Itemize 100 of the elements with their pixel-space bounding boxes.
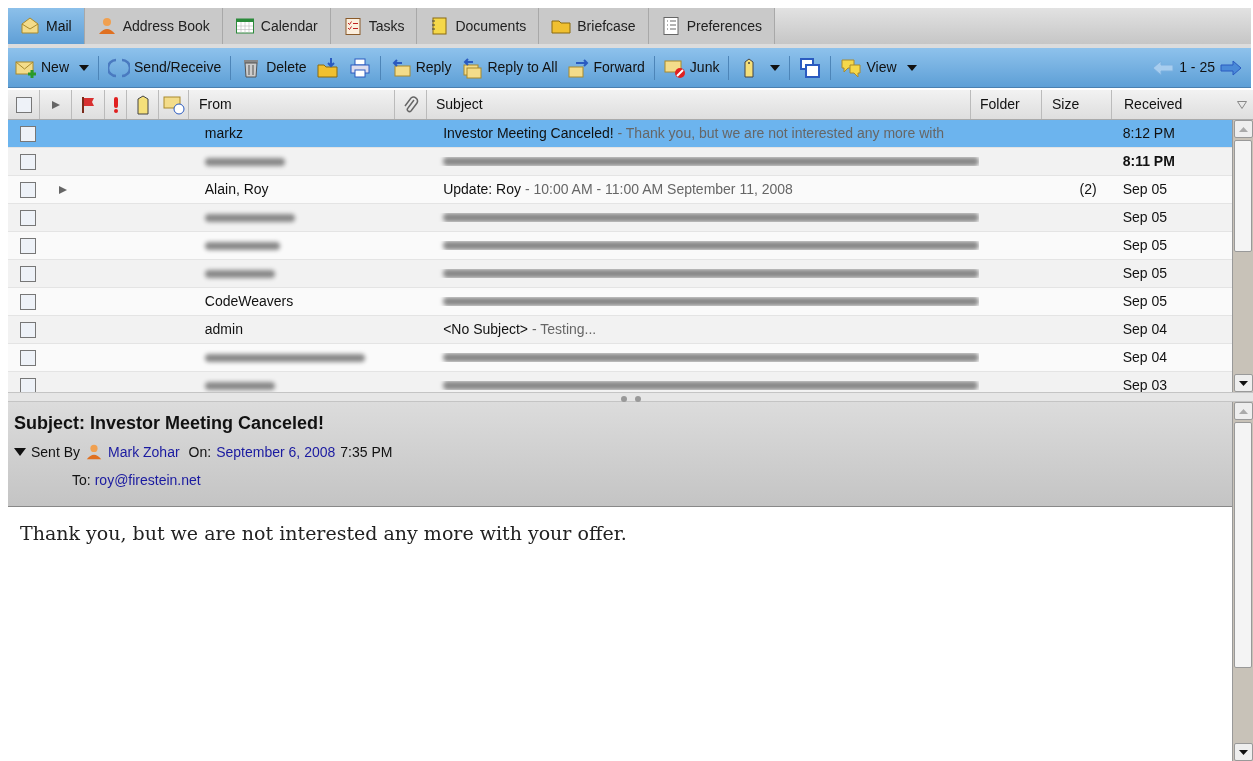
- app-tab[interactable]: Preferences: [648, 8, 776, 44]
- person-icon: [96, 16, 117, 36]
- scroll-down-icon[interactable]: [1238, 380, 1248, 386]
- received-time: Sep 05: [1122, 181, 1168, 197]
- checkbox[interactable]: [19, 153, 36, 170]
- checkbox[interactable]: [19, 181, 36, 198]
- app-tab[interactable]: Calendar: [222, 8, 331, 44]
- folder-arrow-icon: [316, 56, 339, 79]
- received-time: Sep 05: [1122, 293, 1168, 309]
- sender-text: markz: [204, 124, 243, 143]
- thread-count: (2): [1079, 180, 1097, 199]
- scrollbar[interactable]: [1232, 402, 1253, 761]
- toolbar-button[interactable]: View: [835, 52, 922, 83]
- next-page-icon[interactable]: [1219, 59, 1243, 76]
- app-tab[interactable]: Briefcase: [539, 8, 649, 44]
- printer-icon: [348, 56, 371, 79]
- message-body: Thank you, but we are not interested any more with your offer.: [20, 521, 628, 546]
- expand-arrow-icon: [50, 99, 61, 110]
- toolbar-button[interactable]: Junk: [658, 52, 725, 83]
- toolbar-button[interactable]: Reply to All: [456, 52, 563, 83]
- checkbox[interactable]: [19, 237, 36, 254]
- sender-text: admin: [204, 320, 243, 339]
- column-header[interactable]: Size: [1052, 94, 1080, 115]
- received-time: 8:11 PM: [1122, 153, 1175, 169]
- column-header[interactable]: Received: [1124, 94, 1183, 115]
- received-time: Sep 04: [1122, 321, 1168, 337]
- toolbar-button[interactable]: Reply: [384, 52, 457, 83]
- checkbox[interactable]: [19, 209, 36, 226]
- toolbar-button[interactable]: New: [10, 52, 94, 83]
- message-row[interactable]: CodeWeavers Sep 05: [8, 288, 1232, 316]
- subject-text: <No Subject> - Testing...: [443, 320, 597, 339]
- message-row[interactable]: Alain, Roy Update: Roy - 10:00 AM - 11:00 AM September 11, 2008 (2) Sep 05: [8, 176, 1232, 204]
- toolbar-button[interactable]: Delete: [235, 52, 312, 83]
- mail-status-icon: [162, 94, 185, 115]
- windows-icon: [799, 56, 822, 79]
- expand-arrow-icon[interactable]: [57, 184, 68, 195]
- toolbar-button[interactable]: Forward: [562, 52, 650, 83]
- checkbox[interactable]: [19, 349, 36, 366]
- message-row[interactable]: 8:11 PM: [8, 148, 1232, 176]
- clipboard-icon: [342, 16, 363, 36]
- list-icon: [660, 16, 681, 36]
- column-header[interactable]: From: [199, 94, 232, 115]
- message-row[interactable]: Sep 04: [8, 344, 1232, 372]
- received-time: Sep 05: [1122, 265, 1168, 281]
- checkbox[interactable]: [19, 321, 36, 338]
- message-row[interactable]: Sep 05: [8, 260, 1232, 288]
- message-row[interactable]: markz Investor Meeting Canceled! - Thank you, but we are not interested any more with 8:12 PM: [8, 120, 1232, 148]
- redacted-text: [204, 381, 275, 390]
- caret-icon: [906, 64, 917, 71]
- message-row[interactable]: Sep 05: [8, 204, 1232, 232]
- message-row[interactable]: admin <No Subject> - Testing... Sep 04: [8, 316, 1232, 344]
- speech-bubbles-icon: [840, 56, 863, 79]
- date-label: On:: [188, 442, 212, 462]
- subject-text: Investor Meeting Canceled! - Thank you, but we are not interested any more with: [443, 124, 945, 143]
- received-time: 8:12 PM: [1122, 125, 1175, 141]
- sort-icon[interactable]: [1237, 100, 1247, 109]
- column-header[interactable]: Subject: [436, 94, 483, 115]
- checkbox[interactable]: [19, 377, 36, 392]
- calendar-icon: [234, 16, 255, 36]
- sent-by-label: Sent By: [31, 442, 81, 462]
- scrollbar[interactable]: [1232, 120, 1253, 392]
- person-icon: [85, 443, 104, 461]
- app-tab[interactable]: Mail: [8, 8, 85, 44]
- message-row[interactable]: Sep 05: [8, 232, 1232, 260]
- exclamation-icon: [111, 95, 120, 114]
- recipient-link[interactable]: roy@firestein.net: [94, 469, 201, 491]
- to-label: To:: [72, 470, 91, 490]
- checkbox[interactable]: [19, 265, 36, 282]
- sender-text: Alain, Roy: [204, 180, 269, 199]
- reply-all-icon: [461, 56, 484, 79]
- collapse-arrow-icon[interactable]: [14, 447, 26, 457]
- caret-icon: [770, 64, 781, 71]
- flag-icon: [80, 95, 96, 114]
- scroll-down-icon[interactable]: [1238, 749, 1248, 755]
- app-tab[interactable]: Address Book: [84, 8, 223, 44]
- received-time: Sep 05: [1122, 209, 1168, 225]
- sent-time: 7:35 PM: [340, 442, 393, 462]
- sender-link[interactable]: Mark Zohar: [108, 441, 180, 463]
- date-link[interactable]: September 6, 2008: [216, 441, 336, 463]
- page-range: 1 - 25: [1179, 58, 1215, 77]
- sync-icon: [108, 56, 130, 79]
- caret-icon: [79, 64, 89, 71]
- subject-text: Update: Roy - 10:00 AM - 11:00 AM September 11, 2008: [443, 180, 793, 199]
- envelope-icon: [20, 16, 40, 36]
- received-time: Sep 05: [1122, 237, 1168, 253]
- column-header[interactable]: Folder: [980, 94, 1020, 115]
- checkbox[interactable]: [19, 125, 36, 142]
- forward-icon: [567, 56, 590, 79]
- toolbar-button[interactable]: Send/Receive: [103, 52, 227, 83]
- tag-icon: [135, 94, 150, 115]
- received-time: Sep 04: [1122, 349, 1168, 365]
- paperclip-icon: [402, 95, 419, 114]
- sender-text: CodeWeavers: [204, 292, 294, 311]
- message-row[interactable]: Sep 03: [8, 372, 1232, 392]
- checkbox[interactable]: [19, 293, 36, 310]
- app-tab[interactable]: Documents: [417, 8, 540, 44]
- notebook-icon: [429, 16, 450, 36]
- checkbox[interactable]: [15, 96, 32, 113]
- received-time: Sep 03: [1122, 377, 1168, 392]
- app-tab[interactable]: Tasks: [330, 8, 418, 44]
